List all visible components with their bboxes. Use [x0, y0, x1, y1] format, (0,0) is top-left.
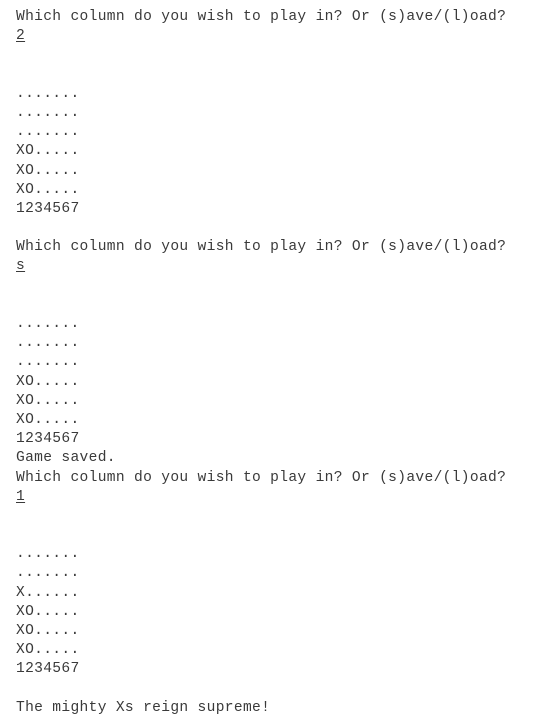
win-message: The mighty Xs reign supreme!: [16, 699, 271, 716]
user-input-line[interactable]: 1: [16, 488, 557, 507]
board-row: XO.....: [16, 162, 80, 179]
board-row: XO.....: [16, 143, 80, 160]
prompt-line: Which column do you wish to play in? Or …: [16, 9, 507, 25]
board-row: XO.....: [16, 181, 80, 198]
status-line: Game saved.: [16, 450, 116, 467]
board-row: .......: [16, 335, 80, 352]
board-row: .......: [16, 104, 80, 121]
terminal-output[interactable]: Which column do you wish to play in? Or …: [0, 0, 557, 716]
user-typed-value[interactable]: 1: [16, 489, 25, 505]
board-row: XO.....: [16, 373, 80, 390]
prompt-line: Which column do you wish to play in? Or …: [16, 469, 507, 486]
board-row: .......: [16, 124, 80, 141]
board-row: .......: [16, 85, 80, 102]
board-column-legend: 1234567: [16, 431, 80, 448]
board-column-legend: 1234567: [16, 200, 80, 217]
board-row: XO.....: [16, 392, 80, 409]
board-row: .......: [16, 546, 80, 563]
user-typed-value[interactable]: s: [16, 258, 25, 274]
board-row: XO.....: [16, 603, 80, 620]
board-row: .......: [16, 565, 80, 582]
prompt-line: Which column do you wish to play in? Or …: [16, 239, 507, 256]
board-row: XO.....: [16, 623, 80, 639]
user-input-line[interactable]: 2: [16, 27, 557, 46]
board-row: XO.....: [16, 642, 80, 659]
board-row: .......: [16, 316, 80, 332]
user-typed-value[interactable]: 2: [16, 28, 25, 44]
board-column-legend: 1234567: [16, 661, 80, 678]
board-row: .......: [16, 354, 80, 371]
user-input-line[interactable]: s: [16, 257, 557, 276]
board-row: XO.....: [16, 411, 80, 428]
board-row: X......: [16, 584, 80, 601]
